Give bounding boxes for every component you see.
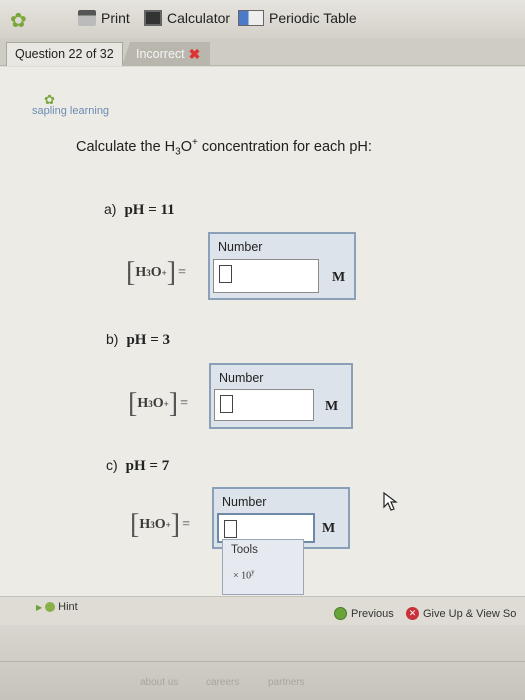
status-text: Incorrect: [136, 47, 185, 61]
part-b-unit: M: [325, 399, 339, 414]
part-b-number-label: Number: [219, 371, 264, 385]
part-b-number-box: Number M: [209, 363, 353, 429]
expand-triangle-icon: ▶: [36, 602, 43, 612]
part-b-letter: b): [106, 331, 119, 347]
incorrect-x-icon: ✖: [188, 45, 201, 62]
print-label: Print: [101, 10, 130, 26]
print-button[interactable]: Print: [78, 10, 130, 26]
give-up-button[interactable]: ✕ Give Up & View So: [406, 607, 516, 620]
part-b-answer-input[interactable]: [214, 389, 314, 421]
question-footer: ▶ Hint Previous ✕ Give Up & View So: [0, 596, 525, 624]
previous-button[interactable]: Previous: [334, 607, 394, 620]
question-tab[interactable]: Question 22 of 32: [6, 42, 123, 66]
part-a-label: a) pH = 11: [104, 201, 175, 219]
give-up-label: Give Up & View So: [423, 607, 517, 620]
part-b-label: b) pH = 3: [106, 331, 170, 349]
lightbulb-icon: [45, 602, 56, 612]
part-a-equation: pH = 11: [124, 202, 175, 218]
page-bottom: about us careers partners: [0, 625, 525, 700]
part-c-label: c) pH = 7: [106, 457, 169, 475]
part-c-unit: M: [322, 521, 336, 536]
part-a-letter: a): [104, 201, 117, 217]
calculator-button[interactable]: Calculator: [144, 10, 230, 26]
sapling-leaf-icon: ✿: [10, 10, 27, 32]
footer-link-partners[interactable]: partners: [268, 677, 305, 688]
sapling-learning-logo: ✿ sapling learning: [32, 92, 110, 117]
question-content: ✿ sapling learning Calculate the H3O+ co…: [0, 67, 525, 597]
sapling-sprout-icon: ✿: [44, 92, 55, 107]
hint-button[interactable]: ▶ Hint: [36, 601, 78, 613]
part-a-unit: M: [332, 270, 346, 285]
calculator-icon: [144, 10, 162, 26]
part-a-number-label: Number: [218, 240, 263, 254]
calculator-label: Calculator: [167, 10, 231, 26]
part-a-answer-input[interactable]: [213, 259, 319, 293]
prompt-text-before: Calculate the H: [76, 138, 176, 155]
part-a-number-box: Number M: [208, 232, 356, 300]
input-cursor: [219, 265, 232, 283]
periodic-table-label: Periodic Table: [269, 10, 357, 26]
part-b-concentration-expr: [H 3 O +] =: [128, 388, 188, 419]
part-a-concentration-expr: [H 3 O +] =: [126, 257, 186, 288]
status-badge: Incorrect ✖: [122, 42, 211, 66]
part-b-equation: pH = 3: [126, 332, 171, 348]
prompt-text-after: concentration for each pH:: [197, 138, 372, 155]
periodic-table-icon: [238, 10, 264, 26]
periodic-table-button[interactable]: Periodic Table: [238, 10, 357, 26]
part-c-equation: pH = 7: [125, 458, 170, 474]
input-cursor: [220, 395, 233, 413]
sci-notation-text: × 10: [233, 570, 252, 582]
previous-label: Previous: [351, 607, 394, 620]
prompt-mid: O: [180, 138, 192, 155]
hint-label: Hint: [58, 601, 78, 613]
tools-popup[interactable]: Tools × 10y: [222, 539, 304, 595]
part-c-concentration-expr: [H 3 O +] =: [130, 509, 190, 540]
brand-name: sapling learning: [32, 105, 110, 117]
give-up-icon: ✕: [406, 607, 419, 620]
input-cursor: [224, 520, 237, 538]
sci-notation-sup: y: [251, 568, 255, 576]
footer-link-about[interactable]: about us: [140, 677, 178, 688]
printer-icon: [78, 10, 96, 26]
question-prompt: Calculate the H3O+ concentration for eac…: [76, 137, 372, 158]
part-c-number-label: Number: [222, 495, 267, 509]
top-toolbar: ✿ Print Calculator Periodic Table: [0, 0, 525, 38]
previous-circle-icon: [334, 607, 347, 620]
mouse-cursor-icon: [383, 492, 398, 511]
tools-label: Tools: [231, 544, 258, 556]
sci-notation-button[interactable]: × 10y: [233, 568, 255, 581]
footer-link-careers[interactable]: careers: [206, 677, 239, 688]
divider: [0, 661, 525, 662]
part-c-letter: c): [106, 457, 118, 473]
question-bar: Question 22 of 32 Incorrect ✖: [0, 38, 525, 66]
